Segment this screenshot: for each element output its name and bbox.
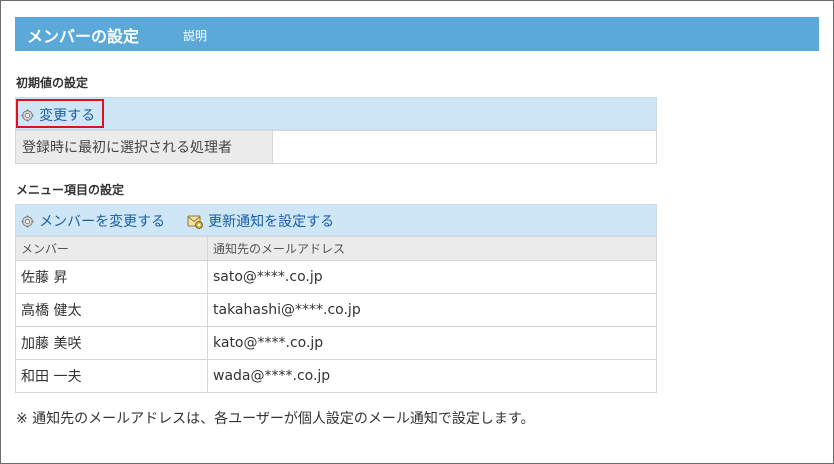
gear-icon xyxy=(21,109,34,122)
member-name: 佐藤 昇 xyxy=(15,260,208,294)
initial-settings-box: 変更する 登録時に最初に選択される処理者 xyxy=(15,97,657,164)
column-header-email: 通知先のメールアドレス xyxy=(207,236,657,261)
menu-toolbar: メンバーを変更する 更新通知を設定する xyxy=(15,204,657,236)
initial-row-value xyxy=(272,130,657,164)
change-members-label[interactable]: メンバーを変更する xyxy=(39,214,165,230)
footnote: ※ 通知先のメールアドレスは、各ユーザーが個人設定のメール通知で設定します。 xyxy=(16,411,535,427)
menu-settings-box: メンバーを変更する 更新通知を設定する メンバー 通知先のメールアドレス 佐藤 … xyxy=(15,204,657,393)
page-header: メンバーの設定 説明 xyxy=(15,17,819,51)
page-title: メンバーの設定 xyxy=(27,27,140,46)
change-link[interactable]: 変更する xyxy=(21,105,95,125)
notification-settings-icon xyxy=(187,215,203,229)
help-link[interactable]: 説明 xyxy=(183,27,207,44)
notify-settings-label[interactable]: 更新通知を設定する xyxy=(208,214,334,230)
member-email: kato@****.co.jp xyxy=(207,326,657,360)
member-name: 高橋 健太 xyxy=(15,293,208,327)
change-members-link[interactable]: メンバーを変更する xyxy=(21,211,165,231)
table-row: 和田 一夫 wada@****.co.jp xyxy=(15,359,657,393)
initial-toolbar: 変更する xyxy=(15,97,657,130)
member-name: 和田 一夫 xyxy=(15,359,208,393)
table-row: 高橋 健太 takahashi@****.co.jp xyxy=(15,293,657,327)
table-row: 佐藤 昇 sato@****.co.jp xyxy=(15,260,657,294)
notify-settings-link[interactable]: 更新通知を設定する xyxy=(187,211,334,231)
member-email: sato@****.co.jp xyxy=(207,260,657,294)
gear-icon xyxy=(21,215,34,228)
member-email: wada@****.co.jp xyxy=(207,359,657,393)
table-row: 登録時に最初に選択される処理者 xyxy=(15,130,657,164)
initial-section-title: 初期値の設定 xyxy=(16,76,89,90)
initial-row-label: 登録時に最初に選択される処理者 xyxy=(15,130,273,164)
member-table: メンバー 通知先のメールアドレス 佐藤 昇 sato@****.co.jp 高橋… xyxy=(15,236,657,393)
column-header-member: メンバー xyxy=(15,236,208,261)
change-link-label[interactable]: 変更する xyxy=(39,108,95,124)
table-header-row: メンバー 通知先のメールアドレス xyxy=(15,236,657,261)
initial-table: 登録時に最初に選択される処理者 xyxy=(15,130,657,164)
menu-section-title: メニュー項目の設定 xyxy=(16,183,125,197)
table-row: 加藤 美咲 kato@****.co.jp xyxy=(15,326,657,360)
member-name: 加藤 美咲 xyxy=(15,326,208,360)
member-email: takahashi@****.co.jp xyxy=(207,293,657,327)
